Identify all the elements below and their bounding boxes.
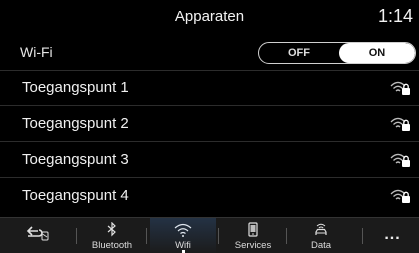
nav-tab-data[interactable]: Data	[290, 218, 352, 253]
devices-screen: Apparaten 1:14 Wi-Fi OFF ON Toegangspunt…	[0, 0, 419, 253]
page-title: Apparaten	[174, 8, 245, 25]
nav-tab-label: Services	[234, 240, 272, 251]
access-point-name: Toegangspunt 2	[22, 115, 129, 132]
access-point-row-2[interactable]: Toegangspunt 2	[0, 107, 419, 142]
car-wifi-icon	[315, 223, 327, 235]
access-point-row-4[interactable]: Toegangspunt 4	[0, 179, 419, 213]
back-arrow-icon	[26, 226, 49, 241]
access-point-row-1[interactable]: Toegangspunt 1	[0, 71, 419, 106]
nav-separator	[218, 228, 219, 244]
nav-separator	[76, 228, 77, 244]
wifi-row: Wi-Fi OFF ON	[0, 36, 419, 71]
access-point-name: Toegangspunt 1	[22, 79, 129, 96]
wifi-lock-icon	[390, 81, 410, 95]
nav-tab-bluetooth[interactable]: Bluetooth	[80, 218, 144, 253]
access-point-row-3[interactable]: Toegangspunt 3	[0, 143, 419, 178]
nav-tab-services[interactable]: Services	[222, 218, 284, 253]
wifi-label: Wi-Fi	[20, 44, 53, 60]
wifi-toggle[interactable]: OFF ON	[258, 42, 416, 64]
nav-separator	[146, 228, 147, 244]
nav-more-button[interactable]: ...	[366, 218, 419, 253]
phone-icon	[248, 222, 258, 237]
header-bar: Apparaten 1:14	[0, 0, 419, 36]
toggle-on-option[interactable]: ON	[339, 43, 415, 63]
nav-separator	[362, 228, 363, 244]
nav-tab-label: Data	[310, 240, 332, 251]
nav-tab-label: Bluetooth	[91, 240, 133, 251]
nav-back-button[interactable]	[0, 218, 76, 253]
bottom-nav-bar: Bluetooth Wifi Services Data ...	[0, 217, 419, 253]
wifi-icon	[174, 223, 192, 237]
nav-separator	[286, 228, 287, 244]
access-point-name: Toegangspunt 3	[22, 151, 129, 168]
bluetooth-icon	[107, 222, 116, 237]
wifi-lock-icon	[390, 189, 410, 203]
wifi-lock-icon	[390, 117, 410, 131]
toggle-off-option[interactable]: OFF	[259, 43, 339, 63]
more-icon: ...	[384, 226, 401, 243]
nav-tab-wifi[interactable]: Wifi	[150, 218, 216, 253]
clock: 1:14	[377, 6, 413, 26]
wifi-lock-icon	[390, 153, 410, 167]
access-point-name: Toegangspunt 4	[22, 187, 129, 204]
